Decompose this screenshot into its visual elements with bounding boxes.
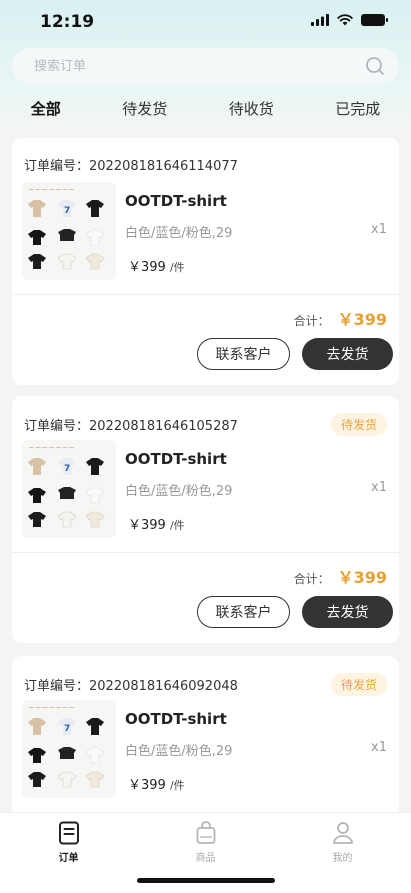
divider: [12, 294, 399, 295]
ship-order-button[interactable]: 去发货: [302, 596, 393, 628]
order-icon: [58, 821, 79, 845]
product-thumbnail[interactable]: ~~~~~~~ 7: [22, 182, 116, 280]
signal-icon: [311, 14, 329, 26]
order-number: 订单编号：202208181646105287: [24, 419, 238, 434]
order-tabs: 全部 待发货 待收货 已完成: [0, 92, 411, 124]
product-spec: 白色/蓝色/粉色,29: [125, 484, 233, 499]
order-number: 订单编号：202208181646092048: [24, 679, 238, 694]
contact-customer-button[interactable]: 联系客户: [197, 338, 290, 370]
order-card-header: 订单编号：202208181646114077: [24, 155, 387, 174]
status-time: 12:19: [40, 12, 95, 32]
order-total: 合计： ￥399: [294, 564, 387, 588]
total-label: 合计：: [293, 572, 330, 586]
tabbar-item-orders[interactable]: 订单: [29, 813, 109, 893]
tab-completed[interactable]: 已完成: [325, 94, 390, 123]
tab-all[interactable]: 全部: [21, 94, 71, 123]
search-input[interactable]: [34, 58, 365, 74]
tabbar-label: 订单: [58, 853, 79, 864]
product-title[interactable]: OOTDT-shirt: [125, 192, 227, 210]
total-value: ￥399: [337, 568, 387, 587]
product-price: ￥399 /件: [128, 518, 185, 533]
home-indicator[interactable]: [137, 878, 275, 883]
svg-text:~~~~~~~: ~~~~~~~: [28, 443, 75, 452]
tab-pending-receipt[interactable]: 待收货: [219, 94, 284, 123]
divider: [12, 552, 399, 553]
order-card: 订单编号：202208181646114077 ~~~~~~~ 7 OOTDT-…: [12, 138, 399, 385]
contact-customer-button[interactable]: 联系客户: [197, 596, 290, 628]
svg-text:~~~~~~~: ~~~~~~~: [28, 703, 75, 712]
header: 12:19 全部 待发货 待收货 已完成: [0, 0, 411, 128]
order-card-header: 订单编号：202208181646105287 待发货: [24, 413, 387, 436]
product-spec: 白色/蓝色/粉色,29: [125, 744, 233, 759]
order-card: 订单编号：202208181646105287 待发货 ~~~~~~~ 7 OO…: [12, 396, 399, 643]
tab-pending-shipment[interactable]: 待发货: [112, 94, 177, 123]
status-bar: 12:19: [0, 0, 411, 44]
product-quantity: x1: [371, 480, 387, 495]
ship-order-button[interactable]: 去发货: [302, 338, 393, 370]
tshirt-collage-image: ~~~~~~~ 7: [22, 440, 116, 538]
product-title[interactable]: OOTDT-shirt: [125, 710, 227, 728]
user-icon: [332, 822, 353, 844]
order-number: 订单编号：202208181646114077: [24, 159, 238, 174]
search-bar[interactable]: [12, 48, 399, 84]
wifi-icon: [337, 14, 353, 26]
product-thumbnail[interactable]: ~~~~~~~ 7: [22, 700, 116, 798]
order-total: 合计： ￥399: [294, 306, 387, 330]
tshirt-collage-image: ~~~~~~~ 7: [22, 700, 116, 798]
total-value: ￥399: [337, 310, 387, 329]
tabbar-label: 我的: [332, 853, 353, 864]
product-quantity: x1: [371, 222, 387, 237]
status-badge: 待发货: [330, 673, 387, 696]
order-card-header: 订单编号：202208181646092048 待发货: [24, 673, 387, 696]
svg-text:7: 7: [64, 724, 70, 734]
bag-icon: [196, 821, 215, 844]
tabbar-label: 商品: [195, 853, 216, 864]
product-price: ￥399 /件: [128, 778, 185, 793]
tshirt-collage-image: ~~~~~~~ 7: [22, 182, 116, 280]
total-label: 合计：: [293, 314, 330, 328]
battery-icon: [361, 14, 388, 26]
product-thumbnail[interactable]: ~~~~~~~ 7: [22, 440, 116, 538]
svg-text:7: 7: [64, 206, 70, 216]
tabbar-item-profile[interactable]: 我的: [303, 813, 383, 893]
status-badge: 待发货: [330, 413, 387, 436]
product-price: ￥399 /件: [128, 260, 185, 275]
search-icon[interactable]: [365, 56, 385, 76]
product-title[interactable]: OOTDT-shirt: [125, 450, 227, 468]
product-spec: 白色/蓝色/粉色,29: [125, 226, 233, 241]
svg-text:~~~~~~~: ~~~~~~~: [28, 185, 75, 194]
product-quantity: x1: [371, 740, 387, 755]
status-icons: [311, 14, 388, 26]
svg-text:7: 7: [64, 464, 70, 474]
